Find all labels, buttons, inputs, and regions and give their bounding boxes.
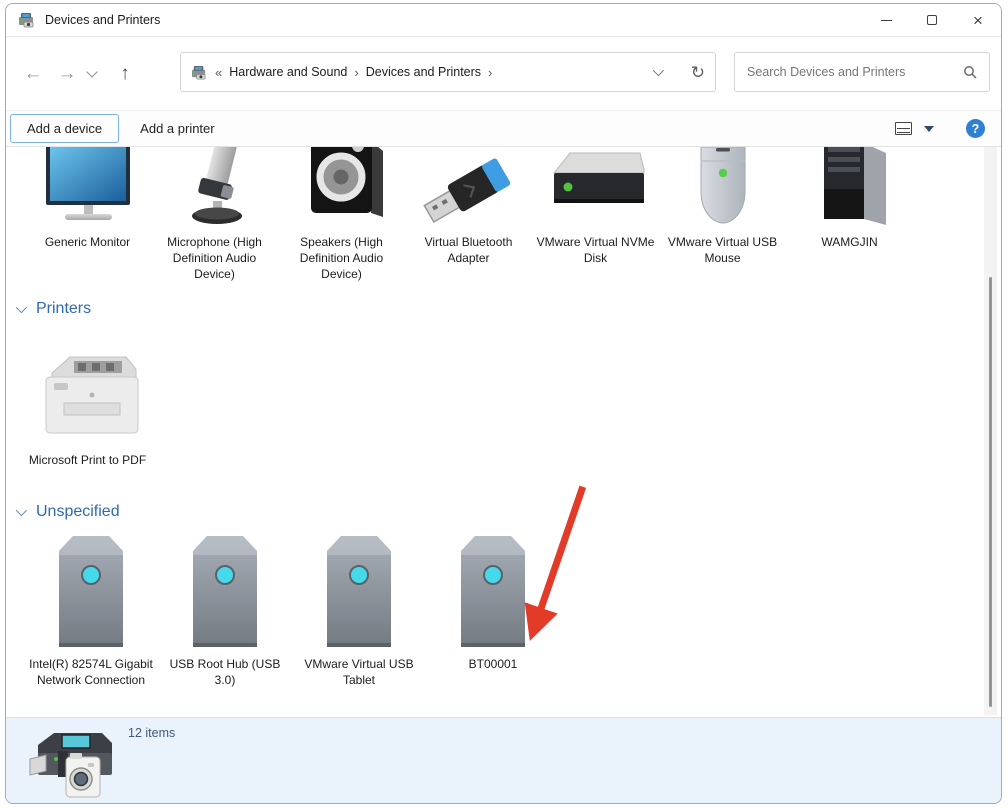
help-icon[interactable]: ?	[966, 119, 985, 138]
back-button[interactable]: ←	[16, 63, 50, 85]
close-button[interactable]: ×	[955, 4, 1001, 36]
command-toolbar: Add a device Add a printer ?	[6, 110, 1001, 147]
device-label: VMware Virtual NVMe Disk	[532, 234, 659, 266]
device-tile[interactable]: Generic Monitor	[24, 147, 151, 250]
devices-and-printers-window: Devices and Printers × ← → ↑ « Hardware …	[5, 3, 1002, 804]
breadcrumb-hardware-and-sound[interactable]: Hardware and Sound	[229, 65, 347, 79]
breadcrumb-separator: ›	[488, 65, 492, 80]
generic-device-icon	[292, 531, 426, 649]
view-options-dropdown-icon[interactable]	[924, 126, 934, 132]
vertical-scrollbar[interactable]	[984, 147, 997, 715]
collapse-chevron-icon	[16, 302, 27, 313]
scrollbar-thumb[interactable]	[989, 277, 992, 707]
search-box	[734, 52, 990, 92]
navigation-bar: ← → ↑ « Hardware and Sound › Devices and…	[6, 38, 1001, 110]
breadcrumb-collapse-indicator: «	[215, 65, 222, 80]
device-tile[interactable]: WAMGJIN	[786, 147, 913, 250]
address-bar[interactable]: « Hardware and Sound › Devices and Print…	[180, 52, 716, 92]
maximize-icon	[927, 15, 937, 25]
device-tile[interactable]: USB Root Hub (USB 3.0)	[158, 531, 292, 688]
device-tile[interactable]: VMware Virtual USB Tablet	[292, 531, 426, 688]
device-label: BT00001	[426, 656, 560, 672]
computer-tower-icon	[786, 147, 913, 227]
devices-summary-icon	[28, 725, 114, 803]
device-label: Microphone (High Definition Audio Device…	[151, 234, 278, 283]
device-tile[interactable]: Microphone (High Definition Audio Device…	[151, 147, 278, 283]
device-tile[interactable]: Virtual Bluetooth Adapter	[405, 147, 532, 266]
maximize-button[interactable]	[909, 4, 955, 36]
status-bar: 12 items	[6, 717, 1001, 803]
mouse-icon	[659, 147, 786, 227]
title-bar: Devices and Printers ×	[6, 4, 1001, 37]
search-icon[interactable]	[963, 65, 977, 79]
breadcrumb-devices-and-printers[interactable]: Devices and Printers	[366, 65, 481, 79]
minimize-button[interactable]	[863, 4, 909, 36]
close-icon: ×	[973, 12, 983, 29]
forward-button[interactable]: →	[50, 63, 84, 85]
recent-locations-chevron-icon[interactable]	[86, 66, 97, 77]
change-view-icon[interactable]	[895, 122, 912, 135]
device-tile[interactable]: Microsoft Print to PDF	[24, 345, 151, 468]
device-tile[interactable]: VMware Virtual USB Mouse	[659, 147, 786, 266]
monitor-icon	[24, 147, 151, 227]
address-dropdown-chevron-icon[interactable]	[653, 65, 664, 76]
window-title: Devices and Printers	[45, 13, 160, 27]
disk-drive-icon	[532, 147, 659, 227]
device-label: USB Root Hub (USB 3.0)	[158, 656, 292, 688]
device-label: Speakers (High Definition Audio Device)	[278, 234, 405, 283]
device-label: VMware Virtual USB Tablet	[292, 656, 426, 688]
usb-dongle-icon	[405, 147, 532, 227]
speaker-icon	[278, 147, 405, 227]
device-label: Virtual Bluetooth Adapter	[405, 234, 532, 266]
add-a-printer-button[interactable]: Add a printer	[123, 114, 231, 143]
refresh-icon[interactable]: ↻	[691, 64, 705, 81]
add-a-device-button[interactable]: Add a device	[10, 114, 119, 143]
up-button[interactable]: ↑	[108, 63, 142, 85]
item-count: 12 items	[128, 726, 175, 740]
breadcrumb-separator: ›	[354, 65, 358, 80]
device-label: Generic Monitor	[24, 234, 151, 250]
unspecified-group-header[interactable]: Unspecified	[16, 503, 120, 521]
device-tile[interactable]: Speakers (High Definition Audio Device)	[278, 147, 405, 283]
devices-and-printers-app-icon	[18, 12, 36, 28]
printers-group-header[interactable]: Printers	[16, 300, 91, 318]
generic-device-icon	[426, 531, 560, 649]
group-title: Unspecified	[36, 503, 120, 521]
device-label: VMware Virtual USB Mouse	[659, 234, 786, 266]
microphone-icon	[151, 147, 278, 227]
device-tile-bt00001[interactable]: BT00001	[426, 531, 560, 672]
device-label: Intel(R) 82574L Gigabit Network Connecti…	[24, 656, 158, 688]
device-label: WAMGJIN	[786, 234, 913, 250]
location-icon	[191, 65, 208, 80]
printer-icon	[24, 345, 151, 445]
collapse-chevron-icon	[16, 505, 27, 516]
minimize-icon	[881, 20, 892, 21]
group-title: Printers	[36, 300, 91, 318]
device-tile[interactable]: Intel(R) 82574L Gigabit Network Connecti…	[24, 531, 158, 688]
device-list-area: Generic Monitor Microphone (High Definit…	[6, 147, 1001, 717]
generic-device-icon	[158, 531, 292, 649]
search-input[interactable]	[747, 65, 963, 79]
generic-device-icon	[24, 531, 158, 649]
device-label: Microsoft Print to PDF	[24, 452, 151, 468]
device-tile[interactable]: VMware Virtual NVMe Disk	[532, 147, 659, 266]
